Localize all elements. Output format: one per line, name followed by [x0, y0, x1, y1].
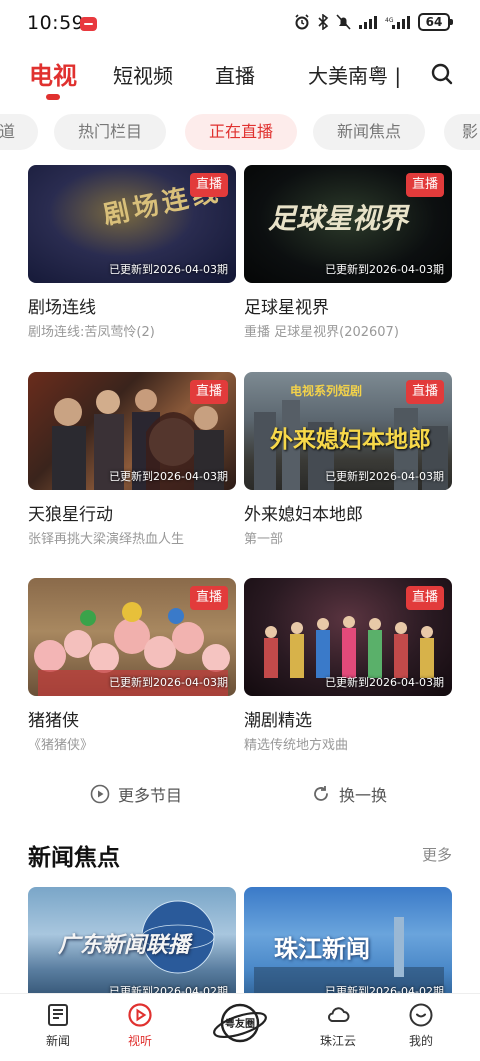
news-icon	[48, 1004, 68, 1026]
program-thumbnail[interactable]: 直播 已更新到2026-04-03期	[28, 578, 236, 696]
chip-film[interactable]: 影	[444, 114, 480, 150]
live-badge: 直播	[405, 173, 444, 197]
bottom-nav-center-label: 粤友圈	[225, 1017, 255, 1030]
program-title: 天狼星行动	[28, 505, 113, 525]
more-programs-button[interactable]: 更多节目	[90, 782, 182, 806]
program-title: 剧场连线	[28, 298, 96, 318]
program-title: 外来媳妇本地郎	[244, 505, 363, 525]
live-badge: 直播	[405, 586, 444, 610]
tab-tv[interactable]: 电视	[29, 56, 77, 91]
thumbnail-art-text: 外来媳妇本地郎	[270, 426, 431, 453]
mute-bell-icon	[336, 14, 351, 30]
update-date: 已更新到2026-04-03期	[109, 263, 228, 276]
tab-live[interactable]: 直播	[215, 60, 255, 89]
profile-icon	[409, 1003, 433, 1027]
program-subtitle: 剧场连线:苦凤莺怜(2)	[28, 325, 155, 340]
program-title: 猪猪侠	[28, 711, 79, 731]
bottom-nav-label: 视听	[127, 1034, 152, 1048]
program-thumbnail[interactable]: 剧场连线 直播 已更新到2026-04-03期	[28, 165, 236, 283]
section-more-link[interactable]: 更多	[422, 844, 452, 865]
refresh-button[interactable]: 换一换	[311, 782, 387, 806]
tab-short-video[interactable]: 短视频	[113, 60, 173, 89]
program-thumbnail[interactable]: 直播 已更新到2026-04-03期	[28, 372, 236, 490]
status-bar: 10:59 4G 64	[0, 0, 480, 50]
live-badge: 直播	[405, 380, 444, 404]
svg-text:4G: 4G	[385, 17, 394, 24]
section-title: 新闻焦点	[28, 845, 120, 871]
program-thumbnail[interactable]: 足球星视界 直播 已更新到2026-04-03期	[244, 165, 452, 283]
news-thumbnail-art: 珠江新闻	[274, 935, 370, 963]
battery-indicator: 64	[418, 13, 453, 31]
bottom-nav-label: 我的	[408, 1034, 433, 1048]
update-date: 已更新到2026-04-03期	[109, 676, 228, 689]
bottom-nav-label: 新闻	[45, 1034, 70, 1048]
more-programs-label: 更多节目	[118, 786, 183, 805]
live-badge: 直播	[189, 173, 228, 197]
alarm-icon	[295, 14, 309, 30]
bottom-nav-label: 珠江云	[319, 1034, 356, 1048]
program-subtitle: 精选传统地方戏曲	[244, 738, 349, 753]
program-subtitle: 《猪猪侠》	[28, 738, 94, 753]
refresh-icon	[314, 786, 328, 801]
program-title: 潮剧精选	[244, 711, 312, 731]
program-subtitle: 第一部	[244, 532, 284, 547]
notification-app-icon	[80, 17, 97, 31]
status-time: 10:59	[27, 12, 85, 34]
update-date: 已更新到2026-04-03期	[109, 470, 228, 483]
chip-news-focus[interactable]: 新闻焦点	[313, 114, 425, 150]
news-thumbnail-art: 广东新闻联播	[58, 933, 191, 958]
signal-icon	[359, 16, 377, 29]
chip-now-live[interactable]: 正在直播	[185, 114, 297, 150]
bluetooth-icon	[318, 14, 329, 30]
update-date: 已更新到2026-04-03期	[325, 470, 444, 483]
chip-channel[interactable]: 道	[0, 114, 38, 150]
play-circle-icon	[128, 1003, 152, 1027]
active-tab-indicator	[46, 94, 60, 100]
status-icons: 4G 64	[294, 13, 453, 31]
news-thumbnail[interactable]: 广东新闻联播 已更新到2026-04-02期	[28, 887, 236, 1005]
program-subtitle: 重播 足球星视界(202607)	[244, 325, 399, 340]
chip-hot-columns[interactable]: 热门栏目	[54, 114, 166, 150]
thumbnail-art-subtext: 电视系列短剧	[290, 384, 363, 398]
top-nav: 电视 短视频 直播 大美南粤 |	[0, 56, 480, 100]
bottom-nav-cloud[interactable]: 珠江云	[308, 1002, 368, 1049]
category-chips: 道 热门栏目 正在直播 新闻焦点 影	[0, 114, 480, 152]
thumbnail-art-text: 足球星视界	[268, 202, 409, 235]
play-circle-icon	[90, 784, 110, 804]
program-subtitle: 张铎再挑大梁演绎热血人生	[28, 532, 185, 547]
program-title: 足球星视界	[244, 298, 329, 318]
program-thumbnail[interactable]: 电视系列短剧 外来媳妇本地郎 直播 已更新到2026-04-03期	[244, 372, 452, 490]
bottom-nav-profile[interactable]: 我的	[391, 1002, 451, 1049]
signal-icon-2: 4G	[385, 16, 410, 29]
cloud-icon	[328, 1007, 350, 1022]
bottom-nav-video[interactable]: 视听	[110, 1002, 170, 1049]
live-badge: 直播	[189, 380, 228, 404]
news-thumbnail[interactable]: 珠江新闻 已更新到2026-04-02期	[244, 887, 452, 1005]
bottom-nav: 新闻 视听 粤友圈 珠江云 我的	[0, 993, 480, 1061]
live-badge: 直播	[189, 586, 228, 610]
bottom-nav-news[interactable]: 新闻	[28, 1002, 88, 1049]
tab-guangdong[interactable]: 大美南粤 |	[308, 60, 401, 89]
yueyouquan-planet-icon[interactable]: 粤友圈	[212, 995, 268, 1051]
update-date: 已更新到2026-04-03期	[325, 263, 444, 276]
update-date: 已更新到2026-04-03期	[325, 676, 444, 689]
refresh-label: 换一换	[339, 786, 388, 805]
search-icon[interactable]	[430, 62, 454, 86]
program-thumbnail[interactable]: 直播 已更新到2026-04-03期	[244, 578, 452, 696]
